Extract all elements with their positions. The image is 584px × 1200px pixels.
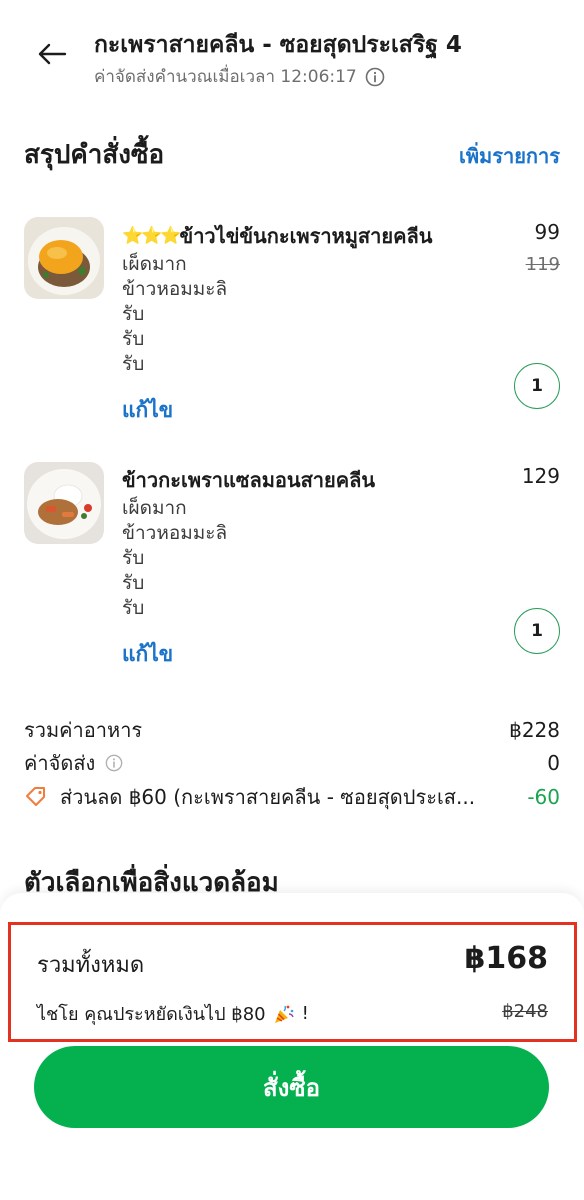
option-addon: รับ <box>122 328 145 350</box>
savings-message: ไชโย คุณประหยัดเงินไป ฿80 ! <box>37 999 309 1028</box>
total-amount: ฿168 <box>464 941 549 976</box>
item-name: ข้าวกะเพราแซลมอนสายคลีน <box>122 468 376 492</box>
tag-icon <box>26 787 45 806</box>
option-addon: รับ <box>122 303 145 325</box>
edit-item-link[interactable]: แก้ไข <box>122 638 173 671</box>
delivery-fee-label-group: ค่าจัดส่ง <box>24 747 123 779</box>
option-addon: รับ <box>122 572 145 594</box>
header: กะเพราสายคลีน - ซอยสุดประเสริฐ 4 ค่าจัดส… <box>0 0 584 110</box>
delivery-fee-row: ค่าจัดส่ง 0 <box>24 747 560 779</box>
quantity-badge[interactable]: 1 <box>514 363 560 409</box>
discount-label-group: ส่วนลด ฿60 (กะเพราสายคลีน - ซอยสุดประเส.… <box>24 781 475 813</box>
option-spice: เผ็ดมาก <box>122 497 187 519</box>
food-subtotal-row: รวมค่าอาหาร ฿228 <box>24 714 560 746</box>
delivery-fee-label: ค่าจัดส่ง <box>24 751 96 775</box>
food-subtotal-label: รวมค่าอาหาร <box>24 718 143 742</box>
option-addon: รับ <box>122 597 145 619</box>
item-price: 99 <box>534 220 560 244</box>
food-subtotal-value: ฿228 <box>509 718 560 742</box>
party-popper-icon <box>274 1005 294 1023</box>
back-button[interactable] <box>30 34 74 74</box>
info-icon[interactable] <box>105 754 123 772</box>
savings-text: ไชโย คุณประหยัดเงินไป ฿80 <box>37 1004 266 1025</box>
item-name-text: ข้าวไข่ข้นกะเพราหมูสายคลีน <box>179 224 433 248</box>
delivery-fee-value: 0 <box>547 751 560 775</box>
order-total-box: รวมทั้งหมด ฿168 ไชโย คุณประหยัดเงินไป ฿8… <box>8 922 577 1042</box>
item-name: ⭐⭐⭐ ข้าวไข่ข้นกะเพราหมูสายคลีน <box>122 220 432 252</box>
discount-value: -60 <box>527 785 560 809</box>
item-original-price: 119 <box>525 254 560 275</box>
edit-item-link[interactable]: แก้ไข <box>122 394 173 427</box>
restaurant-title: กะเพราสายคลีน - ซอยสุดประเสริฐ 4 <box>94 32 462 58</box>
option-addon: รับ <box>122 547 145 569</box>
arrow-left-icon <box>38 43 67 65</box>
item-options: เผ็ดมาก ข้าวหอมมะลิ รับ รับ รับ <box>122 496 227 621</box>
food-image-salmon-basil <box>24 462 104 544</box>
delivery-fee-time-text: ค่าจัดส่งคำนวณเมื่อเวลา 12:06:17 <box>94 67 357 87</box>
item-options: เผ็ดมาก ข้าวหอมมะลิ รับ รับ รับ <box>122 252 227 377</box>
option-addon: รับ <box>122 353 145 375</box>
option-spice: เผ็ดมาก <box>122 253 187 275</box>
discount-row: ส่วนลด ฿60 (กะเพราสายคลีน - ซอยสุดประเส.… <box>24 781 560 813</box>
star-rating-icons: ⭐⭐⭐ <box>122 226 181 246</box>
info-icon[interactable] <box>365 67 385 87</box>
order-summary-title: สรุปคำสั่งซื้อ <box>24 140 165 170</box>
option-rice: ข้าวหอมมะลิ <box>122 522 228 544</box>
place-order-button[interactable]: สั่งซื้อ <box>34 1046 549 1128</box>
food-image-omelette-basil <box>24 217 104 299</box>
savings-suffix: ! <box>301 1003 309 1024</box>
item-price: 129 <box>521 464 560 488</box>
quantity-badge[interactable]: 1 <box>514 608 560 654</box>
option-rice: ข้าวหอมมะลิ <box>122 278 228 300</box>
total-label: รวมทั้งหมด <box>37 953 145 978</box>
delivery-fee-time: ค่าจัดส่งคำนวณเมื่อเวลา 12:06:17 <box>94 63 385 90</box>
discount-label: ส่วนลด ฿60 (กะเพราสายคลีน - ซอยสุดประเส.… <box>60 785 476 809</box>
add-items-link[interactable]: เพิ่มรายการ <box>459 140 560 172</box>
original-total: ฿248 <box>502 1001 548 1022</box>
